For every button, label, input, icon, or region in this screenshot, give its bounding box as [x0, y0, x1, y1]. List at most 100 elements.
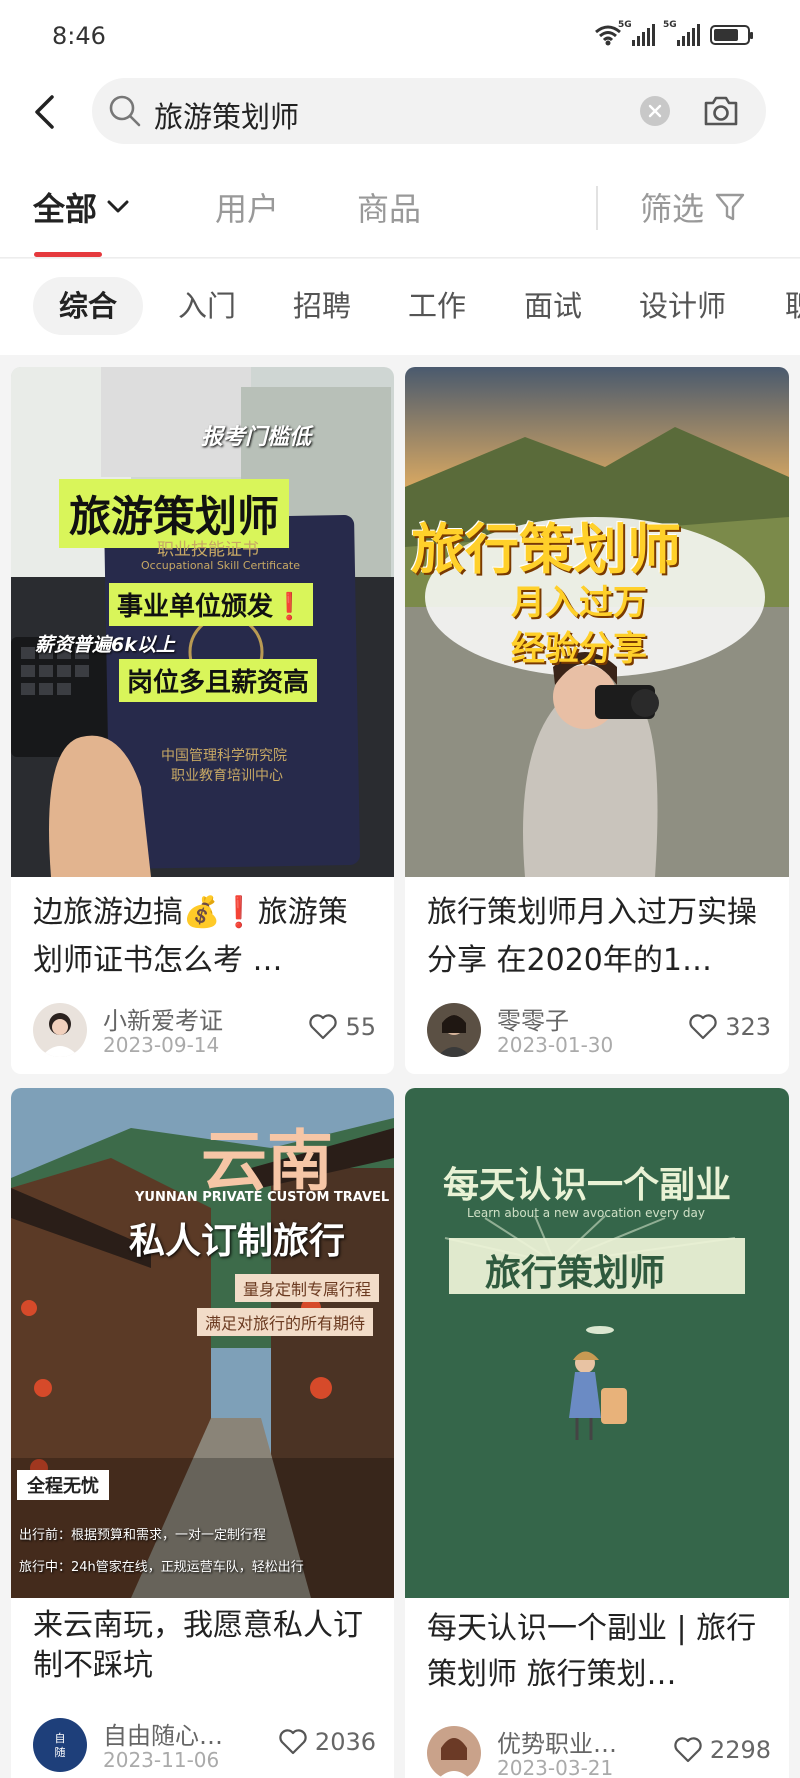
chip-job[interactable]: 工作 [408, 277, 466, 335]
heart-icon [674, 1737, 702, 1763]
post-title: 边旅游边搞💰❗旅游策划师证书怎么考 … [33, 895, 348, 978]
network-type-label-1: 5G [618, 20, 632, 30]
post-date: 2023-11-06 [103, 1748, 220, 1772]
tab-all-label: 全部 [33, 190, 98, 228]
cover-text-main: 旅行策划师 [485, 1253, 666, 1294]
cell-signal-icon-2: 5G [663, 20, 700, 46]
tab-users[interactable]: 用户 [215, 184, 279, 230]
post-card[interactable]: 报考门槛低 旅游策划师 职业技能证书 Occupational Skill Ce… [11, 367, 394, 1074]
author-name[interactable]: 小新爱考证 [103, 1001, 223, 1036]
cover-text-line2: 经验分享 [511, 629, 647, 669]
filter-label: 筛选 [640, 190, 705, 228]
cover-tag-1: 量身定制专属行程 [235, 1274, 380, 1302]
author-name[interactable]: 优势职业… [497, 1724, 617, 1759]
svg-text:自: 自 [55, 1732, 66, 1745]
heart-icon [689, 1014, 717, 1040]
search-input[interactable]: 旅游策划师 [92, 78, 766, 144]
result-feed: 报考门槛低 旅游策划师 职业技能证书 Occupational Skill Ce… [0, 355, 800, 1778]
cover-text-main: 旅行策划师 [411, 518, 681, 581]
avatar[interactable] [427, 1726, 481, 1778]
heart-icon [279, 1729, 307, 1755]
post-title: 每天认识一个副业 | 旅行策划师 旅行策划… [427, 1611, 757, 1692]
cover-text-salary: 薪资普遍6k以上 [35, 634, 175, 656]
cell-signal-icon-1: 5G [618, 20, 655, 46]
post-card[interactable]: 旅行策划师 月入过万 经验分享 旅行策划师月入过万实操分享 在2020年的1… … [405, 367, 789, 1074]
chevron-left-icon [35, 95, 54, 129]
back-button[interactable] [22, 90, 66, 134]
battery-icon [710, 25, 753, 45]
cover-text-org1: 中国管理科学研究院 [161, 748, 287, 764]
status-time: 8:46 [52, 22, 106, 50]
like-button[interactable]: 323 [689, 1013, 771, 1041]
keyword-chips: 综合 入门 招聘 工作 面试 设计师 职 [0, 259, 800, 355]
cover-badge: 全程无忧 [17, 1470, 109, 1500]
search-query: 旅游策划师 [154, 100, 300, 134]
active-tab-indicator [34, 252, 102, 257]
network-type-label-2: 5G [663, 20, 677, 30]
avatar[interactable]: 自随 [33, 1718, 87, 1772]
cover-text-en: YUNNAN PRIVATE CUSTOM TRAVEL [135, 1190, 390, 1205]
like-button[interactable]: 2298 [674, 1736, 771, 1764]
cover-text-line1: 事业单位颁发❗ [109, 583, 314, 626]
avatar[interactable] [33, 1003, 87, 1057]
like-count: 323 [725, 1013, 771, 1041]
tab-divider [596, 186, 598, 230]
chip-comprehensive[interactable]: 综合 [33, 277, 144, 335]
like-count: 55 [345, 1013, 376, 1041]
post-author: 小新爱考证 2023-09-14 55 [33, 1003, 376, 1059]
post-cover-image[interactable]: 旅行策划师 月入过万 经验分享 [405, 367, 789, 877]
chip-recruit[interactable]: 招聘 [293, 277, 351, 335]
post-card[interactable]: 云南 YUNNAN PRIVATE CUSTOM TRAVEL 私人订制旅行 量… [11, 1088, 394, 1778]
post-cover-image[interactable]: 报考门槛低 旅游策划师 职业技能证书 Occupational Skill Ce… [11, 367, 394, 877]
cover-text-org2: 职业教育培训中心 [171, 768, 283, 784]
post-author: 零零子 2023-01-30 323 [427, 1003, 771, 1059]
status-icons: 5G 5G [594, 20, 753, 46]
avatar[interactable] [427, 1003, 481, 1057]
filter-icon [715, 193, 745, 221]
tab-all[interactable]: 全部 [33, 184, 129, 230]
author-name[interactable]: 零零子 [497, 1001, 569, 1036]
author-name[interactable]: 自由随心… [103, 1716, 223, 1751]
post-author: 自随 自由随心… 2023-11-06 2036 [33, 1718, 376, 1774]
post-title: 来云南玩，我愿意私人订制不踩坑 [33, 1608, 363, 1683]
post-date: 2023-03-21 [497, 1756, 614, 1778]
chip-beginner[interactable]: 入门 [178, 277, 236, 335]
cover-text-top: 报考门槛低 [201, 425, 312, 450]
post-author: 优势职业… 2023-03-21 2298 [427, 1726, 771, 1778]
chip-career[interactable]: 职 [785, 277, 800, 335]
camera-icon [704, 96, 738, 126]
close-icon [648, 104, 662, 118]
post-cover-image[interactable]: 每天认识一个副业 Learn about a new avocation eve… [405, 1088, 789, 1598]
result-tabs: 全部 用户 商品 筛选 [0, 154, 800, 258]
cover-text-sub: 私人订制旅行 [129, 1221, 346, 1262]
svg-text:随: 随 [55, 1745, 66, 1759]
cover-item-1: 出行前：根据预算和需求，一对一定制行程 [19, 1528, 267, 1543]
cover-text-line2: 岗位多且薪资高 [119, 659, 318, 702]
post-date: 2023-01-30 [497, 1033, 614, 1057]
cover-item-2: 旅行中：24h管家在线，正规运营车队，轻松出行 [19, 1560, 304, 1575]
image-search-button[interactable] [700, 90, 742, 132]
post-card[interactable]: 每天认识一个副业 Learn about a new avocation eve… [405, 1088, 789, 1778]
cover-text-cert-en: Occupational Skill Certificate [141, 559, 300, 572]
chip-interview[interactable]: 面试 [524, 277, 582, 335]
like-button[interactable]: 2036 [279, 1728, 376, 1756]
chip-designer[interactable]: 设计师 [639, 277, 726, 335]
chevron-down-icon [107, 200, 129, 213]
post-date: 2023-09-14 [103, 1033, 220, 1057]
filter-button[interactable]: 筛选 [640, 184, 746, 230]
heart-icon [309, 1014, 338, 1040]
post-cover-image[interactable]: 云南 YUNNAN PRIVATE CUSTOM TRAVEL 私人订制旅行 量… [11, 1088, 394, 1598]
like-button[interactable]: 55 [309, 1013, 376, 1041]
tab-goods[interactable]: 商品 [357, 184, 421, 230]
like-count: 2036 [314, 1728, 376, 1756]
search-header: 旅游策划师 [0, 72, 800, 154]
cover-text-cert: 职业技能证书 [157, 540, 259, 560]
search-icon [109, 95, 141, 127]
like-count: 2298 [709, 1736, 771, 1764]
post-title: 旅行策划师月入过万实操分享 在2020年的1… [427, 895, 757, 978]
cover-text-en: Learn about a new avocation every day [467, 1206, 705, 1220]
cover-text-top: 每天认识一个副业 [443, 1165, 732, 1206]
cover-tag-2: 满足对旅行的所有期待 [197, 1308, 374, 1336]
clear-search-button[interactable] [640, 96, 670, 126]
cover-text-line1: 月入过万 [511, 583, 647, 623]
